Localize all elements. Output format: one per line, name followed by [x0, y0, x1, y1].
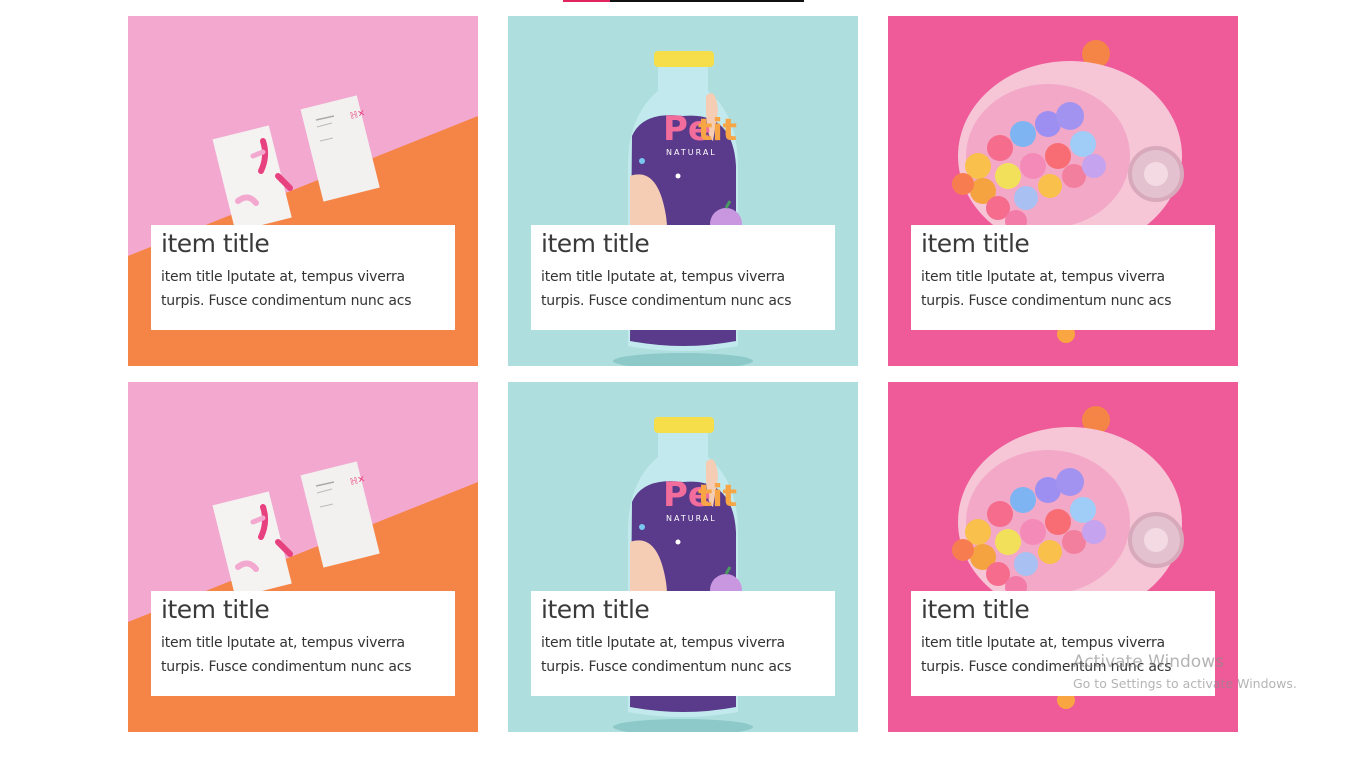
portfolio-card[interactable]: Pe tit NATURAL item title item title lpu… [508, 16, 858, 366]
card-title: item title [541, 229, 650, 258]
card-caption: item title item title lputate at, tempus… [531, 225, 835, 330]
portfolio-card[interactable]: item title item title lputate at, tempus… [888, 16, 1238, 366]
card-description: item title lputate at, tempus viverra tu… [161, 635, 412, 675]
card-title: item title [161, 595, 270, 624]
card-description: item title lputate at, tempus viverra tu… [161, 269, 412, 309]
svg-text:tit: tit [698, 113, 737, 148]
portfolio-card[interactable]: item title item title lputate at, tempus… [888, 382, 1238, 732]
card-title: item title [921, 229, 1030, 258]
portfolio-card[interactable]: ℍ✕ item title item title lputate at, tem… [128, 382, 478, 732]
card-description: item title lputate at, tempus viverra tu… [921, 269, 1172, 309]
portfolio-grid: ℍ✕ item title item title lputate at, tem… [128, 16, 1238, 732]
filter-tab-underline [563, 0, 804, 2]
svg-text:NATURAL: NATURAL [666, 148, 717, 157]
portfolio-card[interactable]: ℍ✕ item title item title lputate at, tem… [128, 16, 478, 366]
card-caption: item title item title lputate at, tempus… [531, 591, 835, 696]
card-caption: item title item title lputate at, tempus… [151, 225, 455, 330]
card-caption: item title item title lputate at, tempus… [911, 591, 1215, 696]
card-title: item title [161, 229, 270, 258]
card-title: item title [541, 595, 650, 624]
svg-text:NATURAL: NATURAL [666, 514, 717, 523]
card-description: item title lputate at, tempus viverra tu… [541, 269, 792, 309]
portfolio-card[interactable]: Pe tit NATURAL item title item title lpu… [508, 382, 858, 732]
svg-text:tit: tit [698, 479, 737, 514]
card-caption: item title item title lputate at, tempus… [151, 591, 455, 696]
active-tab-indicator [563, 0, 610, 2]
card-caption: item title item title lputate at, tempus… [911, 225, 1215, 330]
card-title: item title [921, 595, 1030, 624]
card-description: item title lputate at, tempus viverra tu… [541, 635, 792, 675]
card-description: item title lputate at, tempus viverra tu… [921, 635, 1172, 675]
